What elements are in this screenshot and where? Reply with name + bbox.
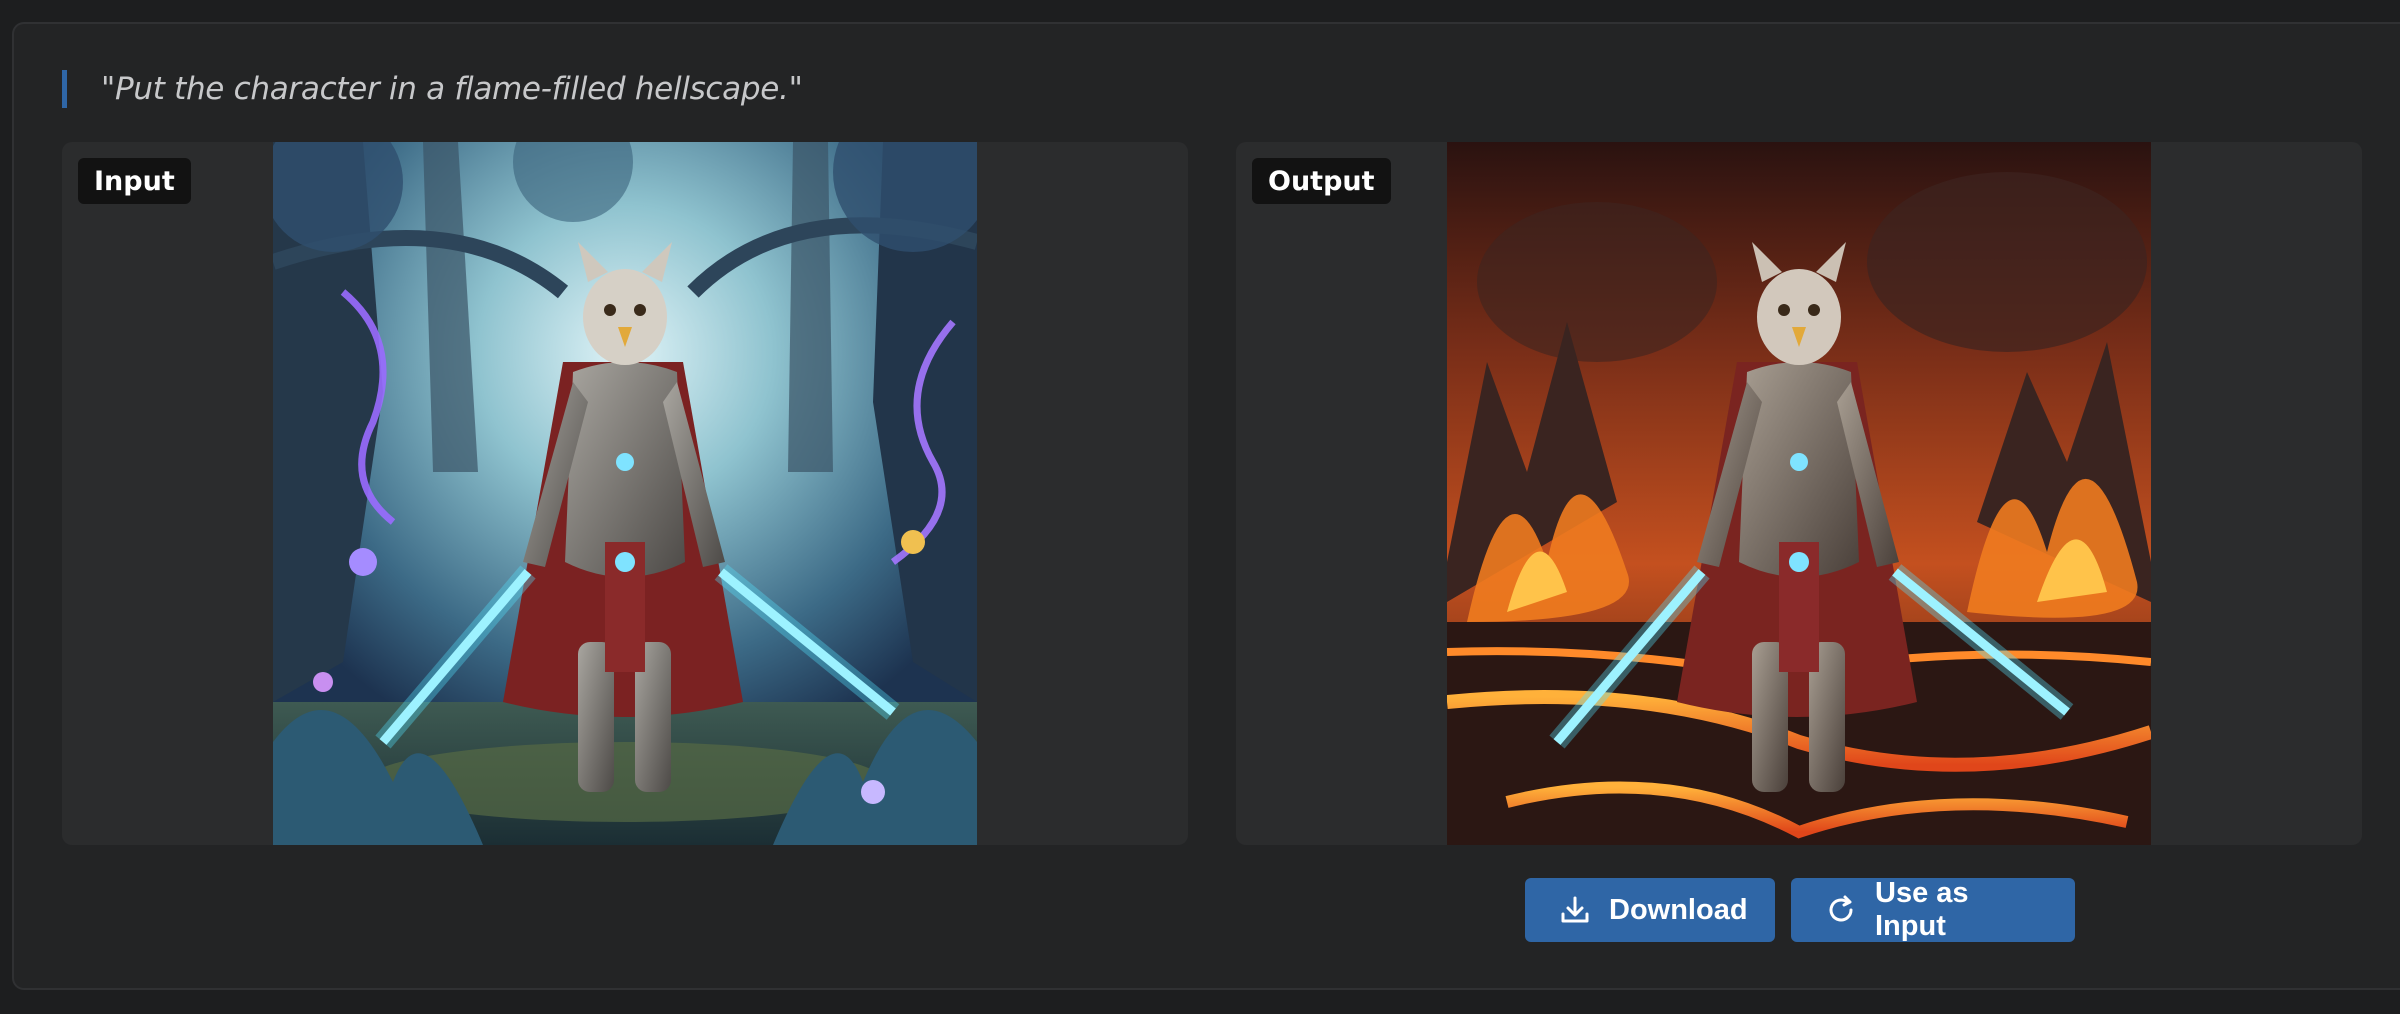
prompt-text: "Put the character in a flame-filled hel… xyxy=(101,71,803,107)
output-image xyxy=(1447,142,2151,845)
forest-warrior-illustration xyxy=(273,142,977,845)
input-panel: Input xyxy=(62,142,1188,845)
input-label: Input xyxy=(78,158,191,204)
download-button[interactable]: Download xyxy=(1525,878,1775,942)
prompt-quote: "Put the character in a flame-filled hel… xyxy=(62,70,803,108)
quote-accent-bar xyxy=(62,70,67,108)
download-icon xyxy=(1559,894,1591,926)
hellscape-warrior-illustration xyxy=(1447,142,2151,845)
input-image xyxy=(273,142,977,845)
output-label: Output xyxy=(1252,158,1391,204)
output-panel: Output xyxy=(1236,142,2362,845)
action-buttons: Download Use as Input xyxy=(1525,877,2075,942)
refresh-icon xyxy=(1825,894,1857,926)
use-as-input-label: Use as Input xyxy=(1875,877,1969,942)
download-label: Download xyxy=(1609,893,1748,926)
use-as-input-button[interactable]: Use as Input xyxy=(1791,877,2075,942)
